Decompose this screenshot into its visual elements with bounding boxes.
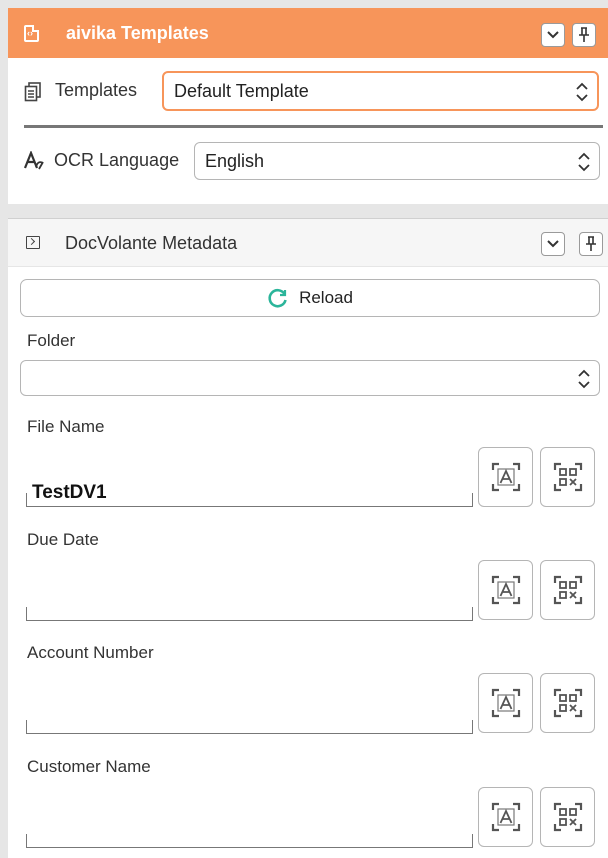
select-arrows-icon bbox=[575, 81, 589, 108]
field-label: File Name bbox=[27, 417, 105, 436]
ocr-language-label: OCR Language bbox=[54, 150, 180, 170]
chevron-down-icon bbox=[547, 240, 559, 248]
reload-label: Reload bbox=[299, 288, 353, 307]
file-name-input[interactable] bbox=[26, 493, 473, 507]
folder-label: Folder bbox=[27, 331, 76, 350]
select-arrows-icon bbox=[577, 368, 591, 395]
field-label: Account Number bbox=[27, 643, 154, 662]
chevron-down-icon bbox=[547, 31, 559, 39]
folder-select[interactable] bbox=[20, 360, 600, 396]
text-format-icon bbox=[23, 150, 45, 176]
metadata-panel-header: DocVolante Metadata bbox=[8, 219, 608, 267]
ocr-language-value: English bbox=[205, 151, 265, 171]
metadata-panel-title: DocVolante Metadata bbox=[65, 233, 238, 253]
ocr-scan-button[interactable] bbox=[478, 447, 533, 507]
ocr-scan-button[interactable] bbox=[478, 560, 533, 620]
divider bbox=[24, 125, 603, 128]
qr-scan-button[interactable] bbox=[540, 560, 595, 620]
qr-code-scan-icon bbox=[553, 688, 582, 718]
metadata-panel: DocVolante Metadata Reload Folder File N… bbox=[8, 218, 608, 858]
qr-code-scan-icon bbox=[553, 802, 582, 832]
templates-label: Templates bbox=[55, 80, 138, 100]
customer-name-input[interactable] bbox=[26, 834, 473, 848]
qr-scan-button[interactable] bbox=[540, 673, 595, 733]
ocr-text-scan-icon bbox=[491, 688, 520, 718]
due-date-input[interactable] bbox=[26, 607, 473, 621]
ocr-text-scan-icon bbox=[491, 575, 520, 605]
account-number-input[interactable] bbox=[26, 720, 473, 734]
ocr-text-scan-icon bbox=[491, 802, 520, 832]
qr-scan-button[interactable] bbox=[540, 447, 595, 507]
templates-panel-title: aivika Templates bbox=[66, 23, 209, 43]
templates-select[interactable]: Default Template bbox=[162, 71, 599, 111]
templates-panel: aivika Templates Templates Default Templ… bbox=[8, 8, 608, 204]
field-label: Due Date bbox=[27, 530, 99, 549]
qr-scan-button[interactable] bbox=[540, 787, 595, 847]
ocr-language-select[interactable]: English bbox=[194, 142, 600, 180]
templates-icon bbox=[24, 82, 42, 107]
terminal-icon bbox=[26, 236, 40, 249]
pin-icon bbox=[586, 236, 596, 251]
qr-code-scan-icon bbox=[553, 462, 582, 492]
ocr-scan-button[interactable] bbox=[478, 673, 533, 733]
reload-icon bbox=[268, 288, 287, 308]
templates-select-value: Default Template bbox=[174, 81, 309, 101]
templates-panel-header: aivika Templates bbox=[8, 8, 608, 58]
collapse-button[interactable] bbox=[541, 232, 565, 256]
ocr-text-scan-icon bbox=[491, 462, 520, 492]
pin-icon bbox=[579, 27, 589, 42]
collapse-button[interactable] bbox=[541, 23, 565, 47]
field-label: Customer Name bbox=[27, 757, 151, 776]
select-arrows-icon bbox=[577, 151, 591, 178]
document-code-icon bbox=[24, 25, 39, 42]
ocr-scan-button[interactable] bbox=[478, 787, 533, 847]
reload-button[interactable]: Reload bbox=[20, 279, 600, 317]
pin-button[interactable] bbox=[579, 232, 603, 256]
pin-button[interactable] bbox=[572, 23, 596, 47]
qr-code-scan-icon bbox=[553, 575, 582, 605]
